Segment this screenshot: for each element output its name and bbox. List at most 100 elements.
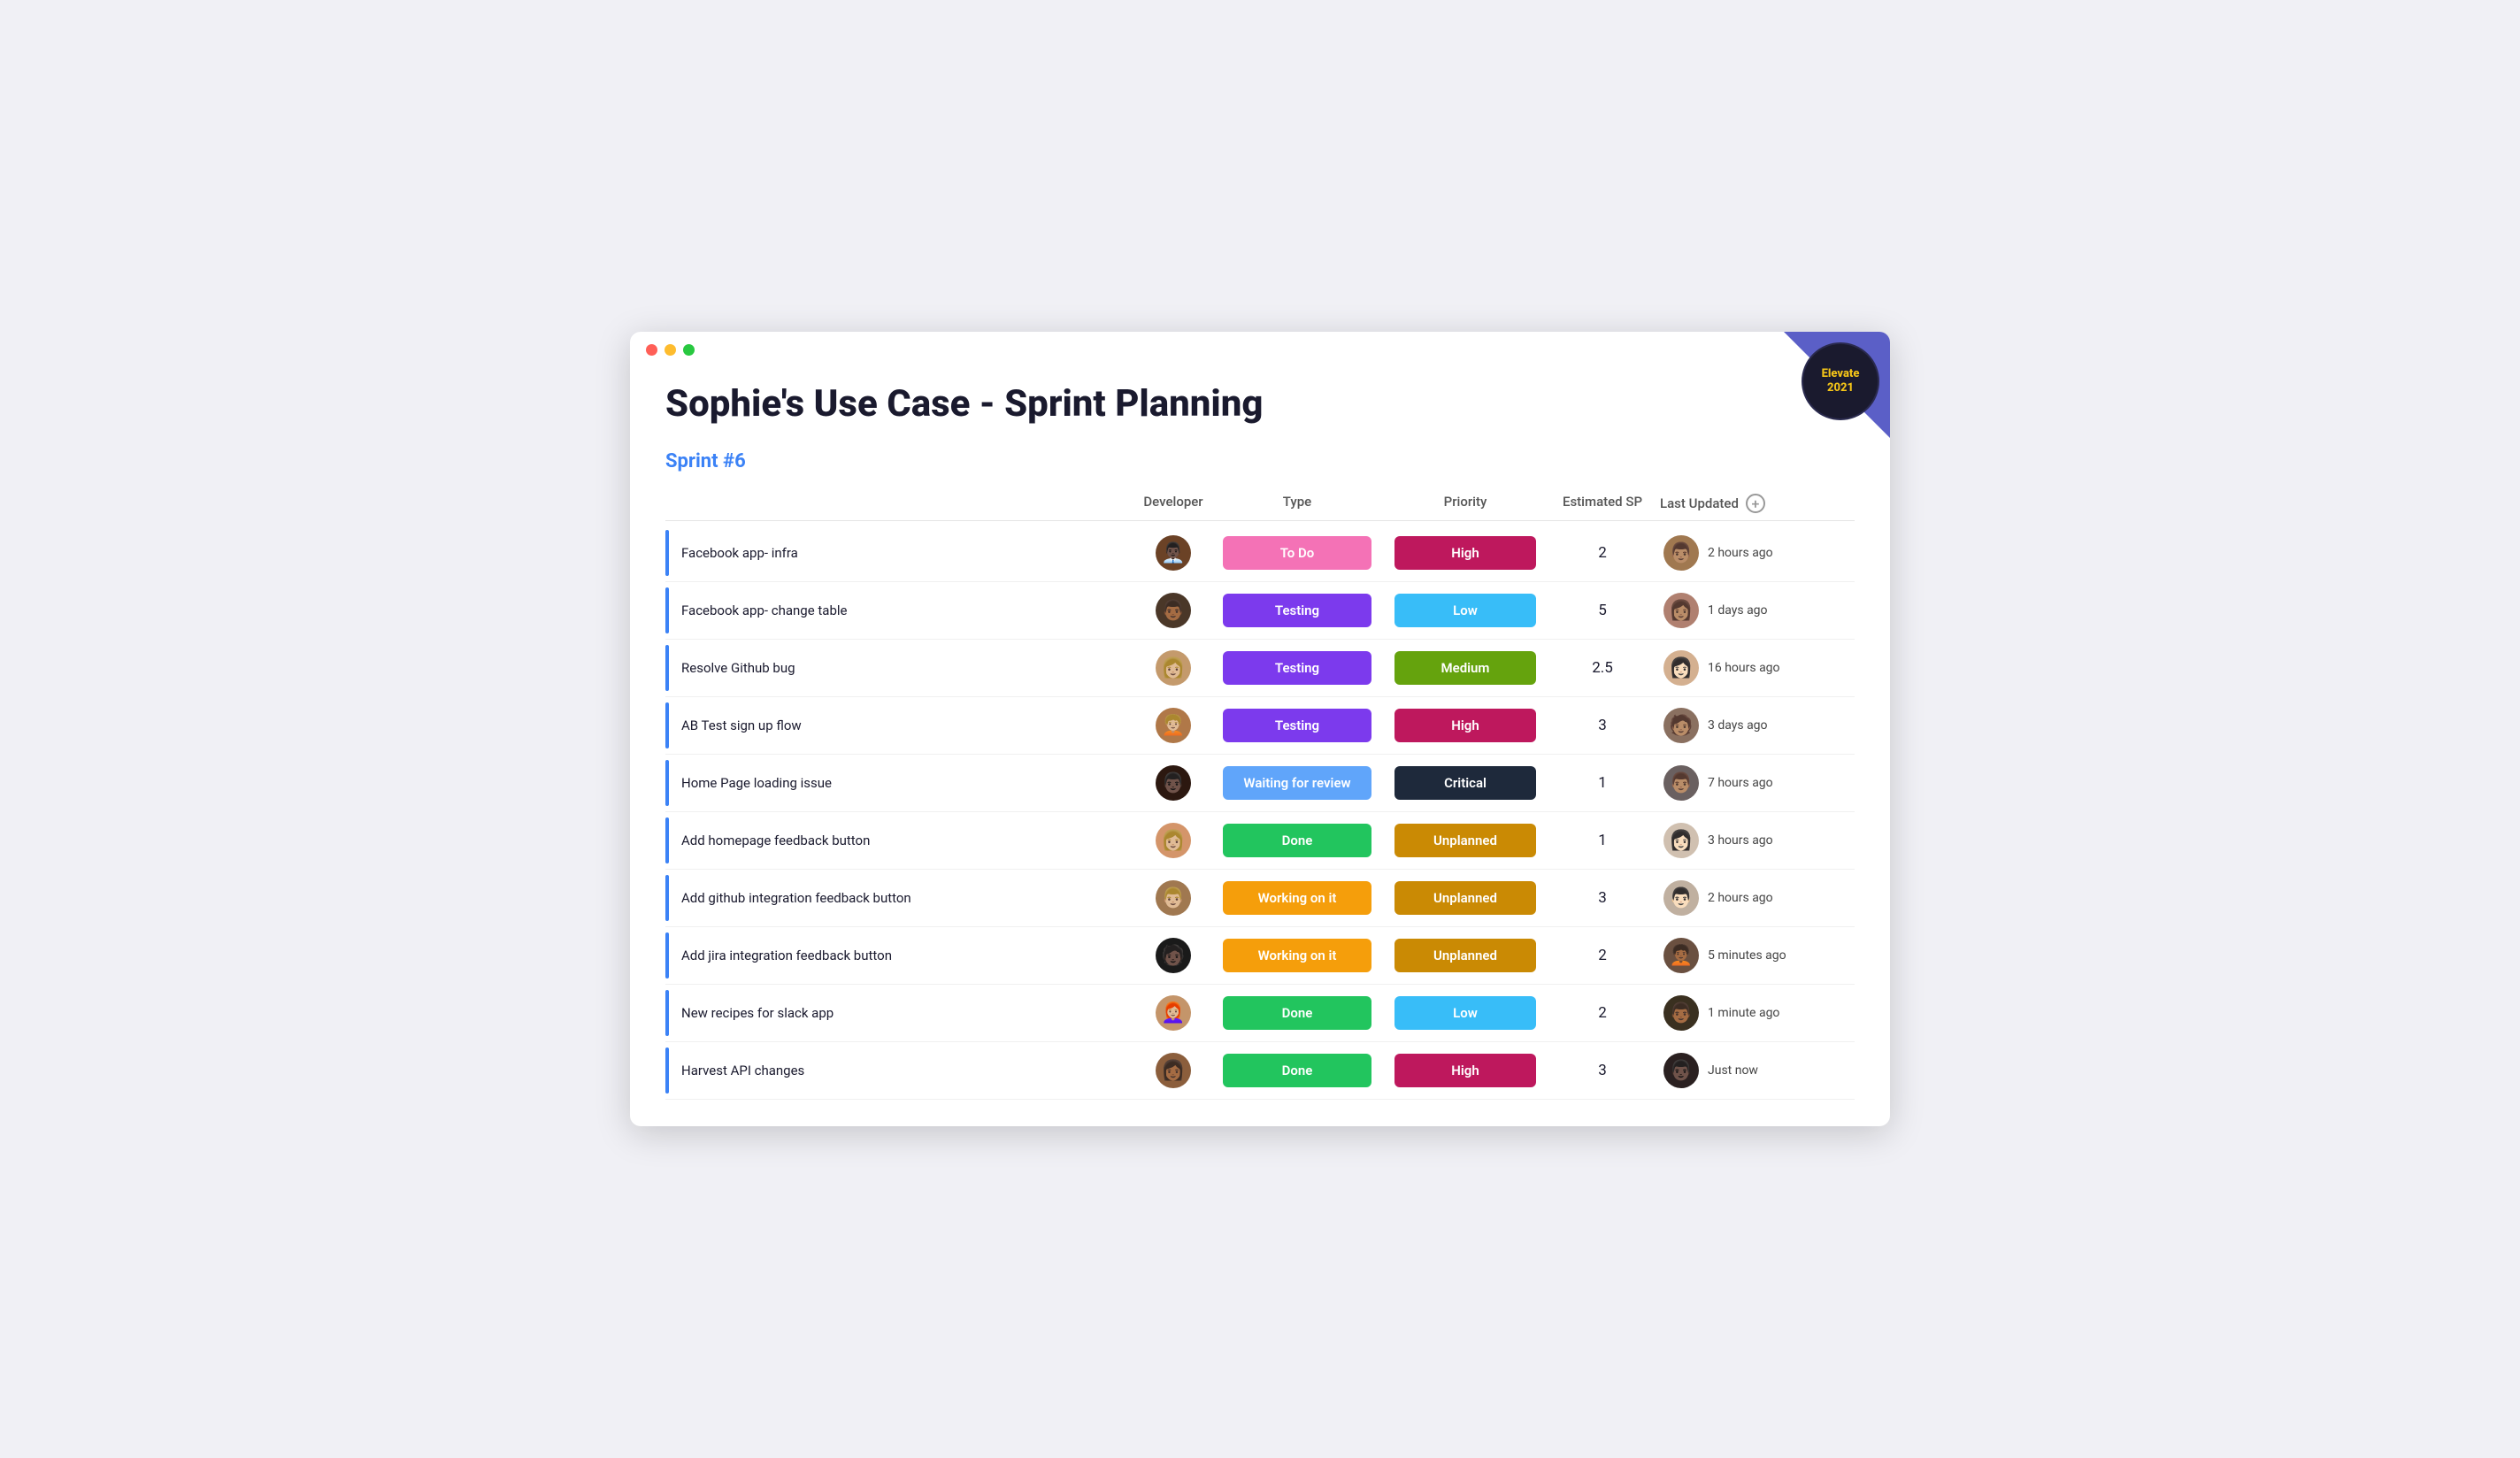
table-row[interactable]: Harvest API changes 👩🏾 Done High 3 👨🏿 Ju… bbox=[665, 1042, 1855, 1100]
developer-cell: 🧑🏿 bbox=[1138, 938, 1209, 973]
row-accent bbox=[665, 932, 669, 978]
priority-cell: Low bbox=[1386, 594, 1545, 627]
row-name-cell: Add jira integration feedback button bbox=[665, 932, 1138, 978]
priority-badge[interactable]: High bbox=[1394, 536, 1536, 570]
table-row[interactable]: AB Test sign up flow 🧑🏼‍🦱 Testing High 3… bbox=[665, 697, 1855, 755]
priority-badge[interactable]: High bbox=[1394, 1054, 1536, 1087]
priority-cell: Low bbox=[1386, 996, 1545, 1030]
type-badge[interactable]: Working on it bbox=[1223, 881, 1371, 915]
task-name: AB Test sign up flow bbox=[681, 717, 802, 733]
maximize-button[interactable] bbox=[683, 344, 695, 356]
priority-cell: Critical bbox=[1386, 766, 1545, 800]
type-cell: To Do bbox=[1209, 536, 1386, 570]
updated-cell: 👩🏻 16 hours ago bbox=[1660, 650, 1855, 686]
updated-text: 3 days ago bbox=[1708, 718, 1768, 733]
header-developer: Developer bbox=[1138, 494, 1209, 513]
updated-text: 7 hours ago bbox=[1708, 776, 1773, 790]
header-type: Type bbox=[1209, 494, 1386, 513]
developer-cell: 👩🏼‍🦰 bbox=[1138, 995, 1209, 1031]
row-name-cell: Harvest API changes bbox=[665, 1047, 1138, 1094]
task-name: Harvest API changes bbox=[681, 1063, 804, 1078]
type-badge[interactable]: Done bbox=[1223, 824, 1371, 857]
priority-badge[interactable]: Unplanned bbox=[1394, 824, 1536, 857]
type-cell: Done bbox=[1209, 1054, 1386, 1087]
task-name: Add github integration feedback button bbox=[681, 890, 911, 906]
developer-cell: 🧑🏼‍🦱 bbox=[1138, 708, 1209, 743]
row-name-cell: Home Page loading issue bbox=[665, 760, 1138, 806]
row-accent bbox=[665, 702, 669, 748]
table-header: Developer Type Priority Estimated SP Las… bbox=[665, 487, 1855, 521]
updated-cell: 👨🏽 7 hours ago bbox=[1660, 765, 1855, 801]
priority-cell: Unplanned bbox=[1386, 881, 1545, 915]
badge-year: 2021 bbox=[1827, 381, 1854, 395]
type-cell: Working on it bbox=[1209, 881, 1386, 915]
table-row[interactable]: Add jira integration feedback button 🧑🏿 … bbox=[665, 927, 1855, 985]
priority-cell: High bbox=[1386, 1054, 1545, 1087]
task-name: Facebook app- infra bbox=[681, 545, 798, 561]
type-badge[interactable]: Done bbox=[1223, 1054, 1371, 1087]
type-badge[interactable]: Testing bbox=[1223, 594, 1371, 627]
sp-cell: 3 bbox=[1545, 1062, 1660, 1079]
developer-cell: 👩🏼 bbox=[1138, 823, 1209, 858]
priority-badge[interactable]: Low bbox=[1394, 996, 1536, 1030]
priority-badge[interactable]: Unplanned bbox=[1394, 939, 1536, 972]
type-badge[interactable]: Testing bbox=[1223, 651, 1371, 685]
developer-cell: 👨🏿‍💼 bbox=[1138, 535, 1209, 571]
updated-text: 1 days ago bbox=[1708, 603, 1768, 618]
table-row[interactable]: Add homepage feedback button 👩🏼 Done Unp… bbox=[665, 812, 1855, 870]
header-sp: Estimated SP bbox=[1545, 494, 1660, 513]
sp-cell: 1 bbox=[1545, 774, 1660, 792]
priority-cell: Medium bbox=[1386, 651, 1545, 685]
type-badge[interactable]: To Do bbox=[1223, 536, 1371, 570]
row-accent bbox=[665, 760, 669, 806]
sp-cell: 2.5 bbox=[1545, 659, 1660, 677]
sp-cell: 5 bbox=[1545, 602, 1660, 619]
task-name: New recipes for slack app bbox=[681, 1005, 834, 1021]
table-row[interactable]: Home Page loading issue 👨🏿 Waiting for r… bbox=[665, 755, 1855, 812]
table-row[interactable]: Facebook app- change table 👨🏾 Testing Lo… bbox=[665, 582, 1855, 640]
page-title: Sophie's Use Case - Sprint Planning bbox=[665, 382, 1855, 426]
priority-badge[interactable]: Low bbox=[1394, 594, 1536, 627]
table-row[interactable]: Add github integration feedback button 👨… bbox=[665, 870, 1855, 927]
row-accent bbox=[665, 587, 669, 633]
priority-badge[interactable]: Medium bbox=[1394, 651, 1536, 685]
row-name-cell: Add github integration feedback button bbox=[665, 875, 1138, 921]
close-button[interactable] bbox=[646, 344, 657, 356]
type-badge[interactable]: Done bbox=[1223, 996, 1371, 1030]
sp-cell: 2 bbox=[1545, 544, 1660, 562]
table-row[interactable]: New recipes for slack app 👩🏼‍🦰 Done Low … bbox=[665, 985, 1855, 1042]
type-cell: Working on it bbox=[1209, 939, 1386, 972]
task-name: Home Page loading issue bbox=[681, 775, 832, 791]
type-cell: Testing bbox=[1209, 594, 1386, 627]
table-row[interactable]: Facebook app- infra 👨🏿‍💼 To Do High 2 👨🏽… bbox=[665, 525, 1855, 582]
type-cell: Waiting for review bbox=[1209, 766, 1386, 800]
header-name bbox=[680, 494, 1138, 513]
type-cell: Testing bbox=[1209, 651, 1386, 685]
priority-cell: High bbox=[1386, 709, 1545, 742]
row-name-cell: AB Test sign up flow bbox=[665, 702, 1138, 748]
badge-title: Elevate bbox=[1822, 367, 1860, 381]
priority-badge[interactable]: High bbox=[1394, 709, 1536, 742]
row-name-cell: Facebook app- change table bbox=[665, 587, 1138, 633]
updated-text: 5 minutes ago bbox=[1708, 948, 1786, 963]
table-row[interactable]: Resolve Github bug 👩🏼 Testing Medium 2.5… bbox=[665, 640, 1855, 697]
minimize-button[interactable] bbox=[665, 344, 676, 356]
developer-cell: 👨🏾 bbox=[1138, 593, 1209, 628]
priority-badge[interactable]: Critical bbox=[1394, 766, 1536, 800]
type-badge[interactable]: Waiting for review bbox=[1223, 766, 1371, 800]
type-badge[interactable]: Working on it bbox=[1223, 939, 1371, 972]
titlebar bbox=[630, 332, 1890, 356]
task-name: Add homepage feedback button bbox=[681, 833, 870, 848]
badge-circle: Elevate 2021 bbox=[1802, 342, 1879, 420]
sp-cell: 2 bbox=[1545, 1004, 1660, 1022]
priority-cell: Unplanned bbox=[1386, 824, 1545, 857]
priority-badge[interactable]: Unplanned bbox=[1394, 881, 1536, 915]
table-body: Facebook app- infra 👨🏿‍💼 To Do High 2 👨🏽… bbox=[665, 525, 1855, 1100]
sp-cell: 3 bbox=[1545, 717, 1660, 734]
add-column-button[interactable]: + bbox=[1746, 494, 1765, 513]
row-name-cell: New recipes for slack app bbox=[665, 990, 1138, 1036]
type-badge[interactable]: Testing bbox=[1223, 709, 1371, 742]
row-accent bbox=[665, 817, 669, 863]
updated-text: 1 minute ago bbox=[1708, 1006, 1779, 1020]
task-name: Resolve Github bug bbox=[681, 660, 795, 676]
